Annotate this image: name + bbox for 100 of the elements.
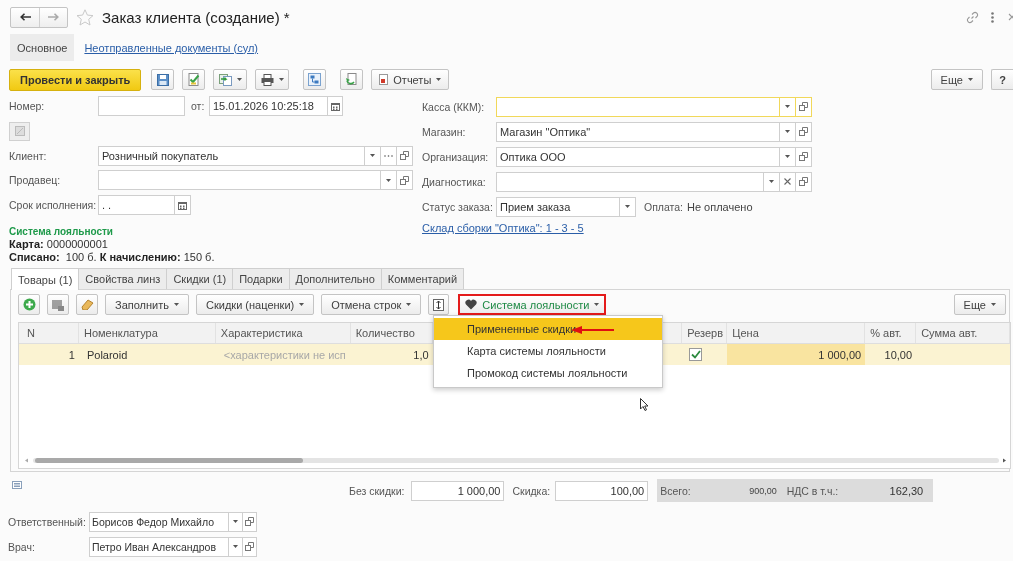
caret-icon: [785, 105, 790, 108]
input-field[interactable]: [496, 171, 764, 192]
select-button[interactable]: [381, 145, 397, 166]
more-button[interactable]: Еще: [953, 294, 1006, 315]
loyalty-button[interactable]: Система лояльности: [458, 294, 607, 315]
open-button[interactable]: [796, 121, 812, 142]
field-label: Магазин:: [422, 125, 467, 138]
save-button[interactable]: [151, 69, 175, 90]
total-value: 900,00: [748, 485, 777, 496]
input-field[interactable]: [98, 170, 381, 191]
calendar-icon: [330, 101, 340, 111]
caret-icon: [436, 78, 442, 81]
post-and-close-button[interactable]: Провести и закрыть: [9, 68, 142, 91]
help-button[interactable]: ?: [991, 69, 1013, 90]
tab[interactable]: Подарки: [232, 268, 290, 289]
dropdown-button[interactable]: [780, 96, 796, 117]
fill-button[interactable]: Заполнить: [105, 294, 189, 315]
section-link[interactable]: Неотправленные документы (сул): [74, 41, 269, 54]
menu-item[interactable]: Примененные скидки: [434, 318, 662, 340]
scrollbar[interactable]: [25, 457, 1006, 464]
column-header[interactable]: % авт.: [870, 327, 902, 339]
input-field[interactable]: . .: [98, 195, 175, 216]
field-label: Оплата:: [644, 200, 685, 213]
report-icon: [379, 74, 389, 85]
open-button[interactable]: [796, 96, 812, 117]
up-down-icon: [433, 298, 445, 311]
tab[interactable]: Скидки (1): [166, 268, 234, 289]
link-icon[interactable]: [966, 10, 979, 24]
reserve-checkbox[interactable]: [689, 348, 703, 361]
create-based-button[interactable]: [213, 69, 248, 90]
print-button[interactable]: [255, 69, 290, 90]
column-header[interactable]: N: [27, 327, 35, 339]
field-label: Без скидки:: [349, 484, 406, 497]
calendar-button[interactable]: [175, 195, 191, 216]
dropdown-button[interactable]: [381, 170, 397, 191]
open-button[interactable]: [397, 145, 413, 166]
loyalty-title: Система лояльности: [9, 225, 115, 238]
calendar-button[interactable]: [328, 96, 343, 117]
window-title: Заказ клиента (создание) *: [102, 8, 290, 26]
clear-button[interactable]: [780, 171, 796, 192]
section-tab[interactable]: Основное: [10, 34, 75, 61]
tab[interactable]: Свойства линз: [78, 268, 168, 289]
reports-button[interactable]: Отчеты: [371, 69, 450, 90]
input-field[interactable]: 15.01.2026 10:25:18: [209, 96, 328, 117]
dropdown-button[interactable]: [780, 146, 796, 167]
menu-item[interactable]: Промокод системы лояльности: [434, 362, 662, 384]
refresh-button[interactable]: [340, 69, 364, 90]
caret-icon: [236, 78, 242, 81]
input-field[interactable]: Оптика ООО: [496, 146, 780, 167]
open-button[interactable]: [397, 170, 413, 191]
column-header[interactable]: Сумма авт.: [921, 327, 978, 339]
column-header[interactable]: Характеристика: [220, 327, 303, 339]
input-field[interactable]: [496, 96, 780, 117]
list-icon[interactable]: [12, 481, 22, 489]
input-field[interactable]: Магазин "Оптика": [496, 121, 780, 142]
open-button[interactable]: [796, 171, 812, 192]
loyalty-card-text: Карта: 0000000001: [9, 238, 109, 251]
open-button[interactable]: [243, 536, 257, 557]
dropdown-button[interactable]: [229, 511, 243, 532]
open-icon: [400, 151, 409, 161]
tab[interactable]: Дополнительно: [288, 268, 382, 289]
star-icon[interactable]: [76, 8, 94, 26]
clear-button[interactable]: [76, 294, 98, 315]
column-header[interactable]: Резерв: [687, 327, 724, 339]
open-icon: [799, 152, 808, 161]
field-label: Всего:: [660, 484, 692, 497]
add-button[interactable]: [18, 294, 40, 315]
tab[interactable]: Комментарий: [380, 268, 465, 289]
arrow-left-icon: [19, 13, 31, 21]
input-field[interactable]: [98, 96, 185, 117]
open-button[interactable]: [796, 146, 812, 167]
loyalty-points-text: Списано: 100 б. К начислению: 150 б.: [9, 250, 216, 263]
dropdown-button[interactable]: [229, 536, 243, 557]
column-header[interactable]: Цена: [732, 327, 759, 339]
warehouse-link[interactable]: Склад сборки "Оптика": 1 - 3 - 5: [422, 222, 584, 234]
caret-icon: [174, 303, 179, 306]
more-icon[interactable]: [991, 11, 994, 23]
discounts-button[interactable]: Скидки (наценки): [196, 294, 315, 315]
loyalty-card-button[interactable]: [9, 121, 30, 141]
dropdown-button[interactable]: [780, 121, 796, 142]
more-button[interactable]: Еще: [930, 69, 983, 90]
sort-button[interactable]: [428, 294, 450, 315]
dropdown-button[interactable]: [365, 145, 381, 166]
input-field[interactable]: Борисов Федор Михайло: [89, 511, 229, 532]
tab[interactable]: Товары (1): [11, 268, 80, 290]
cancel-rows-button[interactable]: Отмена строк: [321, 294, 422, 315]
post-button[interactable]: [182, 69, 206, 90]
open-button[interactable]: [243, 511, 257, 532]
close-icon[interactable]: [1008, 13, 1013, 21]
dropdown-button[interactable]: [620, 196, 636, 217]
dropdown-button[interactable]: [764, 171, 780, 192]
input-field[interactable]: Розничный покупатель: [98, 145, 365, 166]
caret-icon: [278, 78, 284, 81]
column-header[interactable]: Номенклатура: [83, 327, 158, 339]
structure-button[interactable]: [303, 69, 327, 90]
input-field[interactable]: Петро Иван Александров: [89, 536, 229, 557]
caret-icon: [785, 130, 790, 133]
input-field[interactable]: Прием заказа: [496, 196, 620, 217]
column-header[interactable]: Количество: [355, 327, 415, 339]
table-cell: <характеристики не исп: [223, 348, 346, 361]
